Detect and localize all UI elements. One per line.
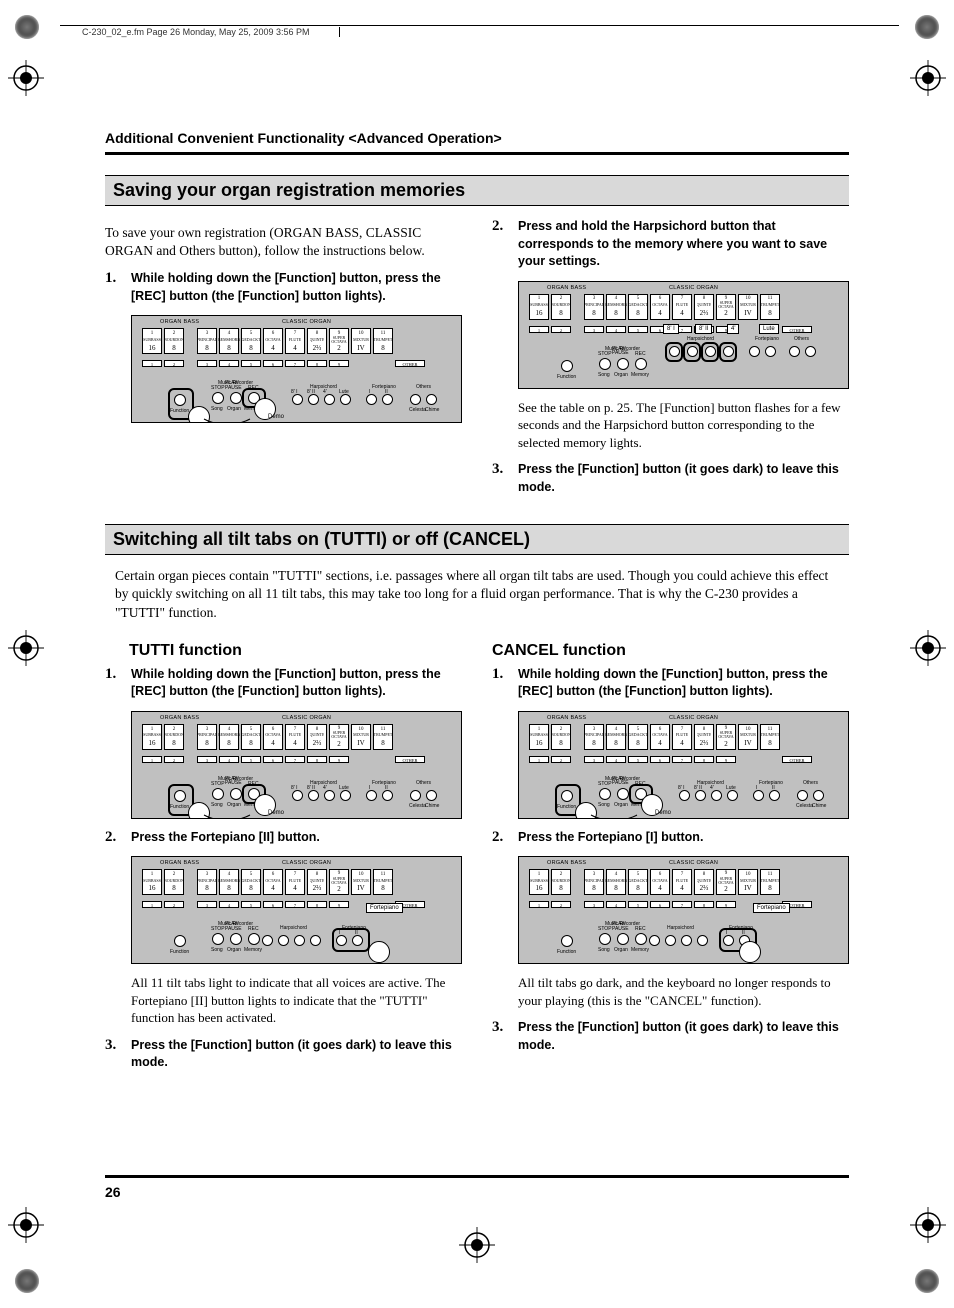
step-item: Press the [Function] button (it goes dar… xyxy=(492,461,849,496)
registration-mark-icon xyxy=(910,1207,946,1248)
crop-ornament-icon xyxy=(915,15,939,39)
step-text: While holding down the [Function] button… xyxy=(131,270,462,305)
step-text: Press the [Function] button (it goes dar… xyxy=(518,461,849,496)
section-header: Additional Convenient Functionality <Adv… xyxy=(105,130,849,146)
page-content: Additional Convenient Functionality <Adv… xyxy=(105,130,849,1082)
column-right: CANCEL function While holding down the [… xyxy=(492,634,849,1082)
crop-ornament-icon xyxy=(15,15,39,39)
header-file-path: C-230_02_e.fm Page 26 Monday, May 25, 20… xyxy=(82,27,340,37)
registration-mark-icon xyxy=(8,1207,44,1248)
step-item: Press the [Function] button (it goes dar… xyxy=(105,1037,462,1072)
step-item: Press the Fortepiano [I] button. ORGAN B… xyxy=(492,829,849,1010)
registration-mark-icon xyxy=(8,630,44,671)
intro-text: To save your own registration (ORGAN BAS… xyxy=(105,224,462,260)
step-description: All tilt tabs go dark, and the keyboard … xyxy=(518,974,849,1009)
step-item: Press the Fortepiano [II] button. ORGAN … xyxy=(105,829,462,1027)
panel-figure: ORGAN BASSCLASSIC ORGAN 1SUBBASS16 2BOUR… xyxy=(131,315,462,423)
divider xyxy=(105,152,849,155)
column-right: Press and hold the Harpsichord button th… xyxy=(492,218,849,506)
panel-figure: ORGAN BASSCLASSIC ORGAN 1SUBBASS16 2BOUR… xyxy=(131,711,462,819)
step-description: All 11 tilt tabs light to indicate that … xyxy=(131,974,462,1027)
subheading-cancel: CANCEL function xyxy=(492,642,849,660)
heading-tutti-cancel: Switching all tilt tabs on (TUTTI) or of… xyxy=(105,524,849,555)
step-text: Press and hold the Harpsichord button th… xyxy=(518,218,849,271)
column-left: TUTTI function While holding down the [F… xyxy=(105,634,462,1082)
step-text: While holding down the [Function] button… xyxy=(131,666,462,701)
bottom-rule xyxy=(105,1175,849,1178)
heading-saving-registration: Saving your organ registration memories xyxy=(105,175,849,206)
registration-mark-icon xyxy=(8,60,44,101)
step-item: While holding down the [Function] button… xyxy=(105,666,462,819)
trim-border xyxy=(60,25,899,26)
step-item: Press and hold the Harpsichord button th… xyxy=(492,218,849,451)
step-item: While holding down the [Function] button… xyxy=(492,666,849,819)
step-item: Press the [Function] button (it goes dar… xyxy=(492,1019,849,1054)
registration-mark-icon xyxy=(910,60,946,101)
step-text: While holding down the [Function] button… xyxy=(518,666,849,701)
step-text: Press the Fortepiano [I] button. xyxy=(518,829,849,847)
crop-ornament-icon xyxy=(915,1269,939,1293)
panel-figure: ORGAN BASSCLASSIC ORGAN 1SUBBASS16 2BOUR… xyxy=(131,856,462,964)
registration-mark-icon xyxy=(459,1227,495,1268)
panel-figure: ORGAN BASSCLASSIC ORGAN 1SUBBASS16 2BOUR… xyxy=(518,856,849,964)
panel-figure: ORGAN BASSCLASSIC ORGAN 1SUBBASS16 2BOUR… xyxy=(518,711,849,819)
panel-figure: ORGAN BASSCLASSIC ORGAN 1SUBBASS16 2BOUR… xyxy=(518,281,849,389)
step-text: Press the [Function] button (it goes dar… xyxy=(131,1037,462,1072)
step-description: See the table on p. 25. The [Function] b… xyxy=(518,399,849,452)
registration-mark-icon xyxy=(910,630,946,671)
step-text: Press the Fortepiano [II] button. xyxy=(131,829,462,847)
subheading-tutti: TUTTI function xyxy=(105,642,462,660)
step-item: While holding down the [Function] button… xyxy=(105,270,462,423)
page-number: 26 xyxy=(105,1184,121,1200)
column-left: To save your own registration (ORGAN BAS… xyxy=(105,218,462,506)
crop-ornament-icon xyxy=(15,1269,39,1293)
document-page: C-230_02_e.fm Page 26 Monday, May 25, 20… xyxy=(0,0,954,1308)
step-text: Press the [Function] button (it goes dar… xyxy=(518,1019,849,1054)
intro-text: Certain organ pieces contain "TUTTI" sec… xyxy=(105,567,849,622)
